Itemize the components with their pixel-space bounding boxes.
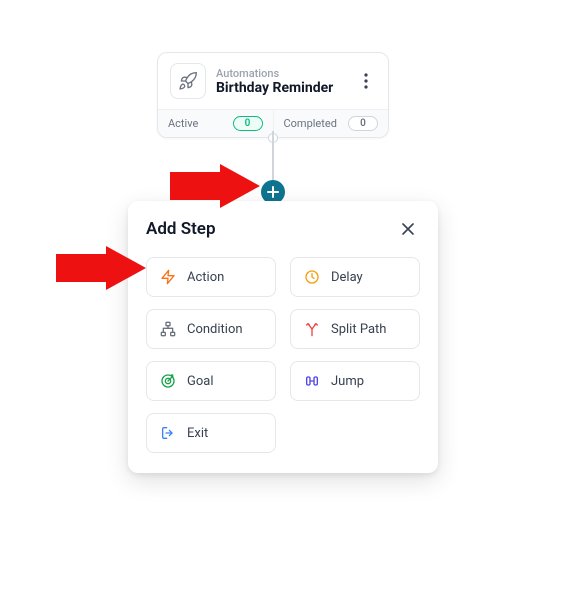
node-title: Birthday Reminder <box>216 80 346 96</box>
step-action[interactable]: Action <box>146 257 276 297</box>
add-step-modal: Add Step Action Delay <box>128 201 438 473</box>
target-icon <box>159 372 177 390</box>
step-split-path[interactable]: Split Path <box>290 309 420 349</box>
step-label: Jump <box>331 374 364 389</box>
step-label: Exit <box>187 426 208 441</box>
step-label: Delay <box>331 270 363 285</box>
step-label: Split Path <box>331 322 386 337</box>
modal-title: Add Step <box>146 219 216 239</box>
split-icon <box>303 320 321 338</box>
connector-line <box>272 131 274 183</box>
step-jump[interactable]: Jump <box>290 361 420 401</box>
jump-icon <box>303 372 321 390</box>
step-label: Condition <box>187 322 243 337</box>
step-delay[interactable]: Delay <box>290 257 420 297</box>
step-condition[interactable]: Condition <box>146 309 276 349</box>
rocket-icon <box>170 63 206 99</box>
step-goal[interactable]: Goal <box>146 361 276 401</box>
close-icon[interactable] <box>396 217 420 241</box>
stat-active-count: 0 <box>233 116 263 131</box>
stat-completed-count: 0 <box>348 116 378 131</box>
exit-icon <box>159 424 177 442</box>
clock-icon <box>303 268 321 286</box>
lightning-icon <box>159 268 177 286</box>
step-label: Goal <box>187 374 214 389</box>
stat-completed: Completed 0 <box>273 110 389 137</box>
step-exit[interactable]: Exit <box>146 413 276 453</box>
node-header: Automations Birthday Reminder <box>158 53 388 109</box>
branch-icon <box>159 320 177 338</box>
automation-canvas: Automations Birthday Reminder Active 0 C… <box>0 0 573 607</box>
step-label: Action <box>187 270 224 285</box>
kebab-menu-icon[interactable] <box>356 67 376 95</box>
node-subtitle: Automations <box>216 67 346 80</box>
stat-active: Active 0 <box>158 110 273 137</box>
stat-completed-label: Completed <box>284 117 337 130</box>
stat-active-label: Active <box>168 117 198 130</box>
automation-node[interactable]: Automations Birthday Reminder Active 0 C… <box>157 52 389 138</box>
step-grid: Action Delay Condition <box>146 257 420 453</box>
